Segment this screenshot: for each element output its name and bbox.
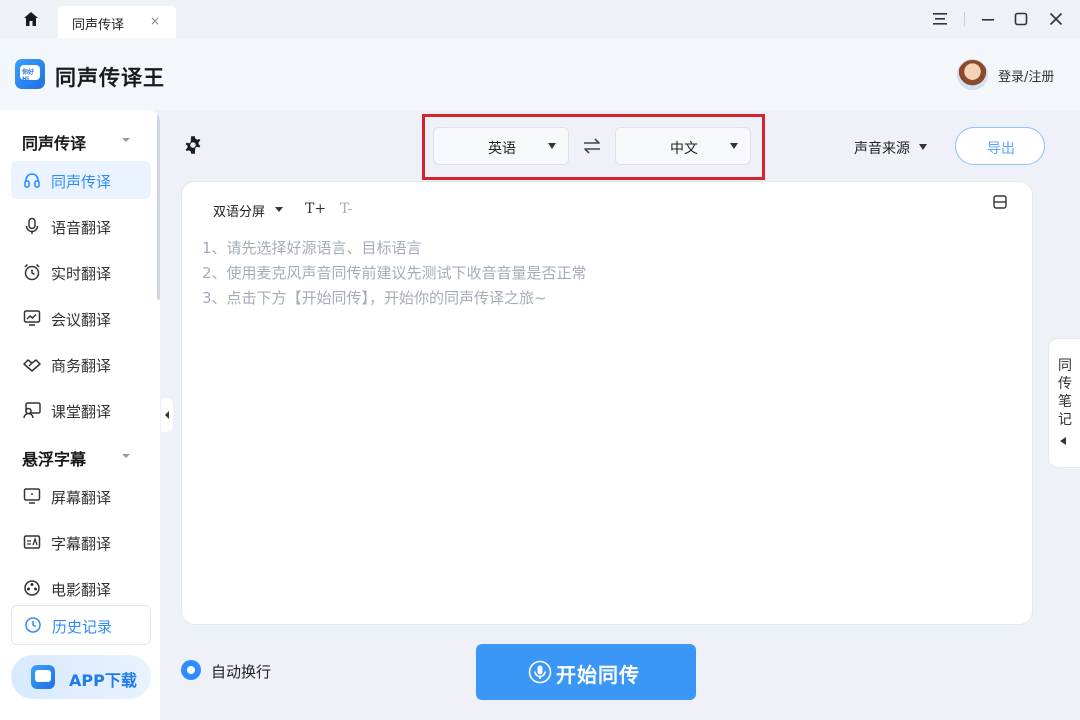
sidebar: 同声传译 同声传译 语音翻译 实时翻译 会议翻译 商务翻译 课堂翻译 悬浮字幕 …: [0, 110, 160, 720]
app-header: 你好 Hi 同声传译王 登录/注册: [0, 38, 1080, 110]
app-name: 同声传译王: [55, 66, 165, 90]
sidebar-item-classroom[interactable]: 课堂翻译: [11, 391, 151, 429]
subtitle-icon: [23, 535, 41, 549]
sidebar-item-movie[interactable]: 电影翻译: [11, 569, 151, 607]
title-bar: 同声传译 ×: [0, 0, 1080, 38]
audio-source-dropdown[interactable]: 声音来源: [854, 138, 910, 158]
monitor-icon: [23, 488, 41, 504]
sidebar-item-screen[interactable]: 屏幕翻译: [11, 477, 151, 515]
chevron-left-icon: [165, 411, 169, 419]
notes-tab-label: 同传笔记: [1058, 358, 1072, 428]
headphones-icon: [24, 173, 40, 188]
font-increase-button[interactable]: T+: [305, 201, 326, 217]
app-download-label: APP下载: [69, 671, 137, 690]
language-selection-highlight: [422, 114, 765, 180]
chevron-down-icon[interactable]: [120, 450, 132, 462]
caret-down-icon[interactable]: [919, 144, 927, 150]
notes-side-tab[interactable]: 同传笔记: [1048, 338, 1080, 468]
caret-down-icon[interactable]: [275, 207, 283, 212]
tab-close-icon[interactable]: ×: [148, 14, 162, 28]
history-label: 历史记录: [52, 618, 113, 636]
chevron-down-icon[interactable]: [120, 134, 132, 146]
login-register-link[interactable]: 登录/注册: [998, 66, 1054, 85]
sidebar-item-label: 语音翻译: [51, 219, 112, 237]
sidebar-item-label: 字幕翻译: [51, 535, 112, 553]
alarm-clock-icon: [24, 263, 40, 281]
sidebar-item-label: 屏幕翻译: [51, 489, 112, 507]
sidebar-item-subtitle[interactable]: 字幕翻译: [11, 523, 151, 561]
app-logo-icon: [31, 665, 55, 689]
auto-wrap-label[interactable]: 自动换行: [211, 661, 271, 682]
menu-icon[interactable]: [929, 8, 951, 30]
split-mode-dropdown[interactable]: 双语分屏: [213, 201, 265, 220]
start-interpretation-button[interactable]: 开始同传: [476, 644, 696, 700]
home-icon[interactable]: [18, 8, 44, 30]
film-reel-icon: [24, 580, 40, 596]
sidebar-item-label: 商务翻译: [51, 357, 112, 375]
sidebar-collapse-handle[interactable]: [161, 398, 173, 432]
sidebar-item-label: 同声传译: [51, 173, 112, 191]
tip-line: 2、使用麦克风声音同传前建议先测试下收音音量是否正常: [202, 264, 587, 282]
app-logo: 你好 Hi: [15, 59, 45, 89]
close-icon[interactable]: [1045, 8, 1067, 30]
start-button-label: 开始同传: [556, 663, 640, 687]
history-button[interactable]: 历史记录: [11, 605, 151, 645]
export-label: 导出: [987, 141, 1015, 157]
instruction-tips: 1、请先选择好源语言、目标语言 2、使用麦克风声音同传前建议先测试下收音音量是否…: [202, 236, 587, 311]
sidebar-item-voice[interactable]: 语音翻译: [11, 207, 151, 245]
minimize-icon[interactable]: [977, 8, 999, 30]
sidebar-item-simultaneous[interactable]: 同声传译: [11, 161, 151, 199]
microphone-icon: [25, 217, 39, 234]
transcript-panel: 双语分屏 T+ T- 1、请先选择好源语言、目标语言 2、使用麦克风声音同传前建…: [181, 181, 1033, 625]
handshake-icon: [23, 359, 41, 372]
gear-icon[interactable]: [182, 134, 204, 156]
avatar[interactable]: [957, 59, 988, 90]
title-separator: [964, 12, 965, 26]
microphone-icon: [528, 660, 552, 684]
section-title-floating-subtitles[interactable]: 悬浮字幕: [22, 446, 86, 470]
tab-simultaneous-interpretation[interactable]: 同声传译 ×: [58, 6, 176, 38]
sidebar-item-label: 电影翻译: [51, 581, 112, 599]
sidebar-item-label: 实时翻译: [51, 265, 112, 283]
export-button[interactable]: 导出: [955, 127, 1045, 165]
tip-line: 1、请先选择好源语言、目标语言: [202, 239, 422, 257]
chevron-left-icon: [1060, 437, 1066, 445]
tab-label: 同声传译: [72, 18, 125, 33]
font-decrease-button[interactable]: T-: [340, 201, 352, 217]
section-title-interpretation[interactable]: 同声传译: [22, 130, 86, 154]
sidebar-item-realtime[interactable]: 实时翻译: [11, 253, 151, 291]
sidebar-item-label: 会议翻译: [51, 311, 112, 329]
sidebar-scrollbar[interactable]: [157, 114, 160, 300]
auto-wrap-radio[interactable]: [181, 660, 201, 680]
maximize-icon[interactable]: [1010, 8, 1032, 30]
tip-line: 3、点击下方【开始同传】，开始你的同声传译之旅~: [202, 289, 547, 307]
split-layout-icon[interactable]: [993, 195, 1007, 209]
sidebar-item-label: 课堂翻译: [51, 403, 112, 421]
sidebar-item-business[interactable]: 商务翻译: [11, 345, 151, 383]
clock-icon: [25, 617, 41, 633]
sidebar-item-meeting[interactable]: 会议翻译: [11, 299, 151, 337]
presentation-chart-icon: [23, 310, 41, 326]
app-download-button[interactable]: APP下载: [11, 655, 151, 699]
classroom-teacher-icon: [23, 402, 41, 419]
